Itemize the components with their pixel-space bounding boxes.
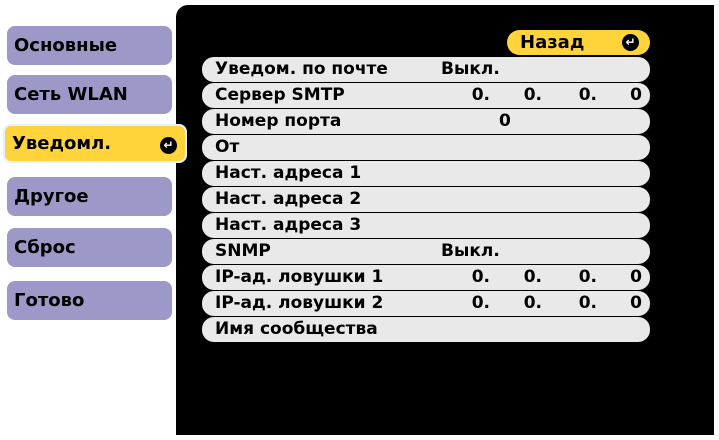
ip-octet: 0. (523, 293, 542, 313)
setting-label: IP-ад. ловушки 2 (215, 293, 384, 313)
setting-row-address-2[interactable]: Наст. адреса 2 (202, 187, 650, 212)
back-button-label: Назад (520, 32, 585, 53)
setting-row-from[interactable]: От (202, 135, 650, 160)
tab-label: Другое (14, 186, 89, 207)
setting-label: От (215, 137, 240, 157)
tab-basic[interactable]: Основные (7, 26, 172, 65)
setting-value: 0 (499, 111, 511, 131)
setting-row-snmp[interactable]: SNMP Выкл. (202, 239, 650, 264)
setting-label: Сервер SMTP (215, 85, 345, 105)
tab-other[interactable]: Другое (7, 177, 172, 216)
setting-row-trap-ip-1[interactable]: IP-ад. ловушки 1 0. 0. 0. 0 (202, 265, 650, 290)
tab-label: Сеть WLAN (14, 84, 128, 105)
setting-label: Наст. адреса 3 (215, 215, 362, 235)
setting-label: IP-ад. ловушки 1 (215, 267, 384, 287)
setting-label: Наст. адреса 1 (215, 163, 362, 183)
ip-octet: 0. (471, 267, 490, 287)
setting-row-smtp-server[interactable]: Сервер SMTP 0. 0. 0. 0 (202, 83, 650, 108)
tab-label: Основные (14, 35, 118, 56)
tab-wlan[interactable]: Сеть WLAN (7, 75, 172, 114)
tab-done[interactable]: Готово (7, 281, 172, 320)
setting-row-port[interactable]: Номер порта 0 (202, 109, 650, 134)
setting-row-trap-ip-2[interactable]: IP-ад. ловушки 2 0. 0. 0. 0 (202, 291, 650, 316)
ip-octet: 0. (471, 293, 490, 313)
setting-label: Имя сообщества (215, 319, 378, 339)
setting-value: Выкл. (441, 241, 500, 261)
ip-octet: 0 (630, 267, 642, 287)
ip-octet: 0. (523, 85, 542, 105)
ip-octet: 0. (578, 85, 597, 105)
enter-return-icon: ↵ (160, 137, 177, 154)
setting-row-community-name[interactable]: Имя сообщества (202, 317, 650, 342)
tab-label: Готово (14, 290, 85, 311)
tab-label: Сброс (14, 237, 76, 258)
ip-octet: 0. (471, 85, 490, 105)
ip-octet: 0 (630, 293, 642, 313)
ip-octet: 0. (578, 293, 597, 313)
setting-value: Выкл. (441, 59, 500, 79)
setting-row-address-1[interactable]: Наст. адреса 1 (202, 161, 650, 186)
setting-label: Номер порта (215, 111, 342, 131)
enter-return-icon: ↵ (622, 34, 639, 51)
setting-row-address-3[interactable]: Наст. адреса 3 (202, 213, 650, 238)
ip-octet: 0. (578, 267, 597, 287)
setting-row-mail-notify[interactable]: Уведом. по почте Выкл. (202, 57, 650, 82)
tab-label: Уведомл. (12, 133, 112, 154)
back-button[interactable]: Назад ↵ (507, 30, 650, 55)
setting-label: Уведом. по почте (215, 59, 388, 79)
tab-reset[interactable]: Сброс (7, 228, 172, 267)
setting-label: Наст. адреса 2 (215, 189, 362, 209)
tab-notifications[interactable]: Уведомл. ↵ (3, 124, 187, 163)
ip-octet: 0. (523, 267, 542, 287)
ip-octet: 0 (630, 85, 642, 105)
setting-label: SNMP (215, 241, 271, 261)
